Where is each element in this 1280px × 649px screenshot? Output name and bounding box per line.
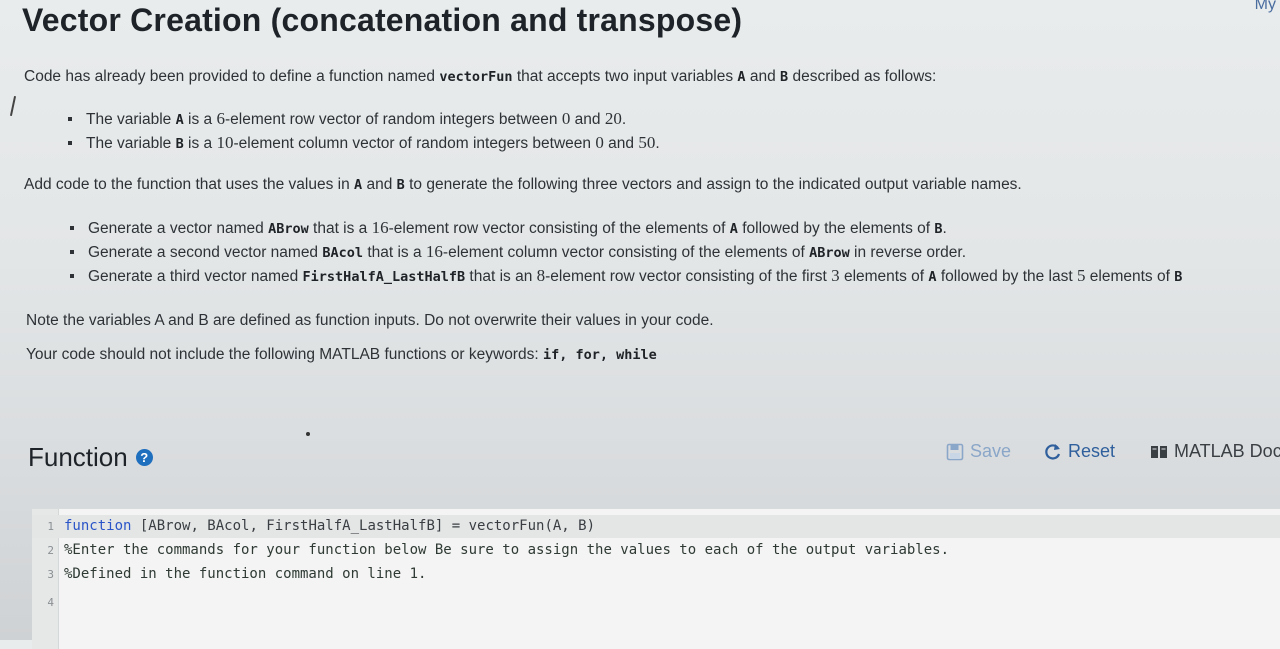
note-text: Note the variables A and B are defined a… [26, 312, 714, 329]
floppy-disk-icon [946, 443, 964, 460]
intro-paragraph: Code has already been provided to define… [24, 68, 937, 85]
forbidden-keywords: if, for, while [542, 347, 657, 363]
code-line-4[interactable]: 4 [32, 591, 1280, 614]
page-title: Vector Creation (concatenation and trans… [22, 2, 743, 38]
output-item-firsthalf: Generate a third vector named FirstHalfA… [69, 266, 1183, 285]
code-line-3[interactable]: 3 %Defined in the function command on li… [32, 563, 1280, 586]
task-paragraph: Add code to the function that uses the v… [24, 176, 1022, 193]
function-keyword: function [64, 518, 132, 534]
output-item-bacol: Generate a second vector named BAcol tha… [69, 242, 967, 261]
code-line-1[interactable]: 1 function [ABrow, BAcol, FirstHalfA_Las… [32, 515, 1280, 538]
help-icon[interactable]: ? [135, 449, 153, 466]
save-button[interactable]: Save [946, 441, 1011, 462]
code-editor[interactable]: 1 function [ABrow, BAcol, FirstHalfA_Las… [32, 508, 1280, 649]
code-line-2[interactable]: 2 %Enter the commands for your function … [32, 539, 1280, 562]
refresh-icon [1045, 443, 1061, 460]
input-item-b: The variable B is a 10-element column ve… [68, 133, 660, 152]
book-icon [1151, 445, 1167, 458]
function-heading: Function ? [28, 442, 153, 473]
output-item-abrow: Generate a vector named ABrow that is a … [70, 218, 947, 237]
input-item-a: The variable A is a 6-element row vector… [67, 109, 627, 128]
pen-mark [9, 96, 17, 116]
reset-button[interactable]: Reset [1044, 441, 1115, 462]
stray-dot [306, 432, 310, 436]
function-name: vectorFun [439, 69, 513, 85]
corner-label[interactable]: My [1255, 0, 1276, 14]
matlab-docs-button[interactable]: MATLAB Docu [1150, 441, 1280, 462]
restriction-text: Your code should not include the followi… [26, 346, 657, 363]
